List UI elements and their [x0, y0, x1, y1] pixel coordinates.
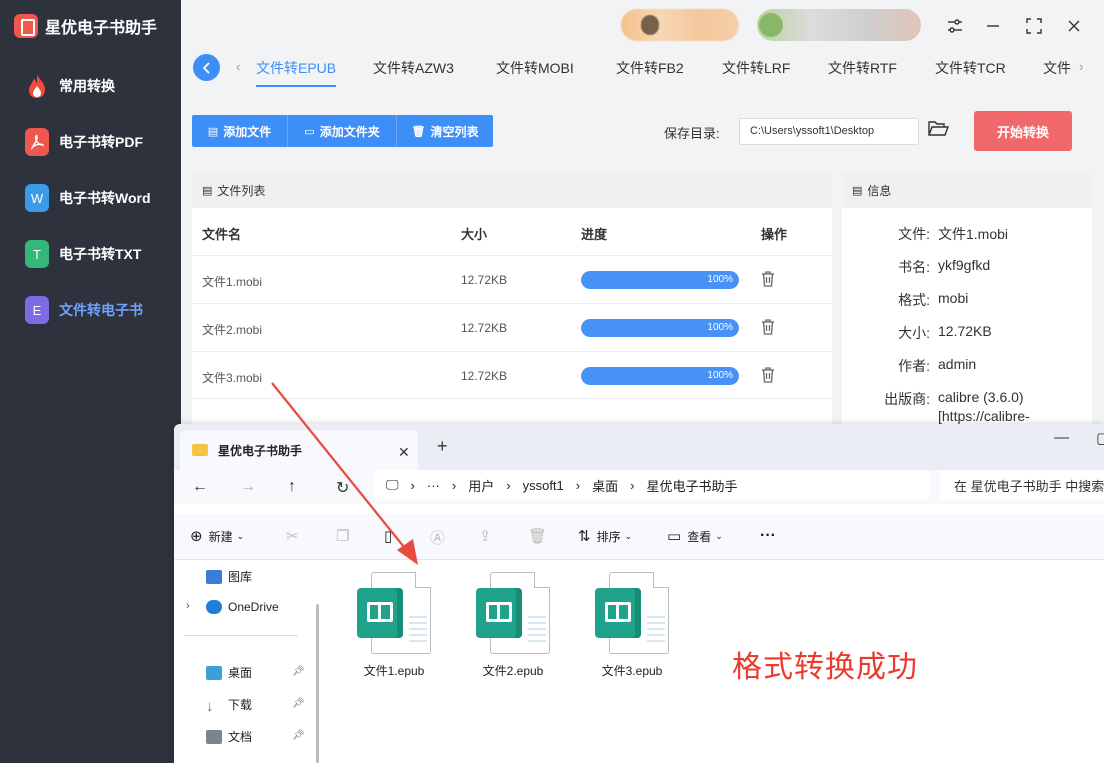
success-annotation: 格式转换成功 — [732, 651, 918, 684]
annotation-arrow — [271, 382, 418, 565]
